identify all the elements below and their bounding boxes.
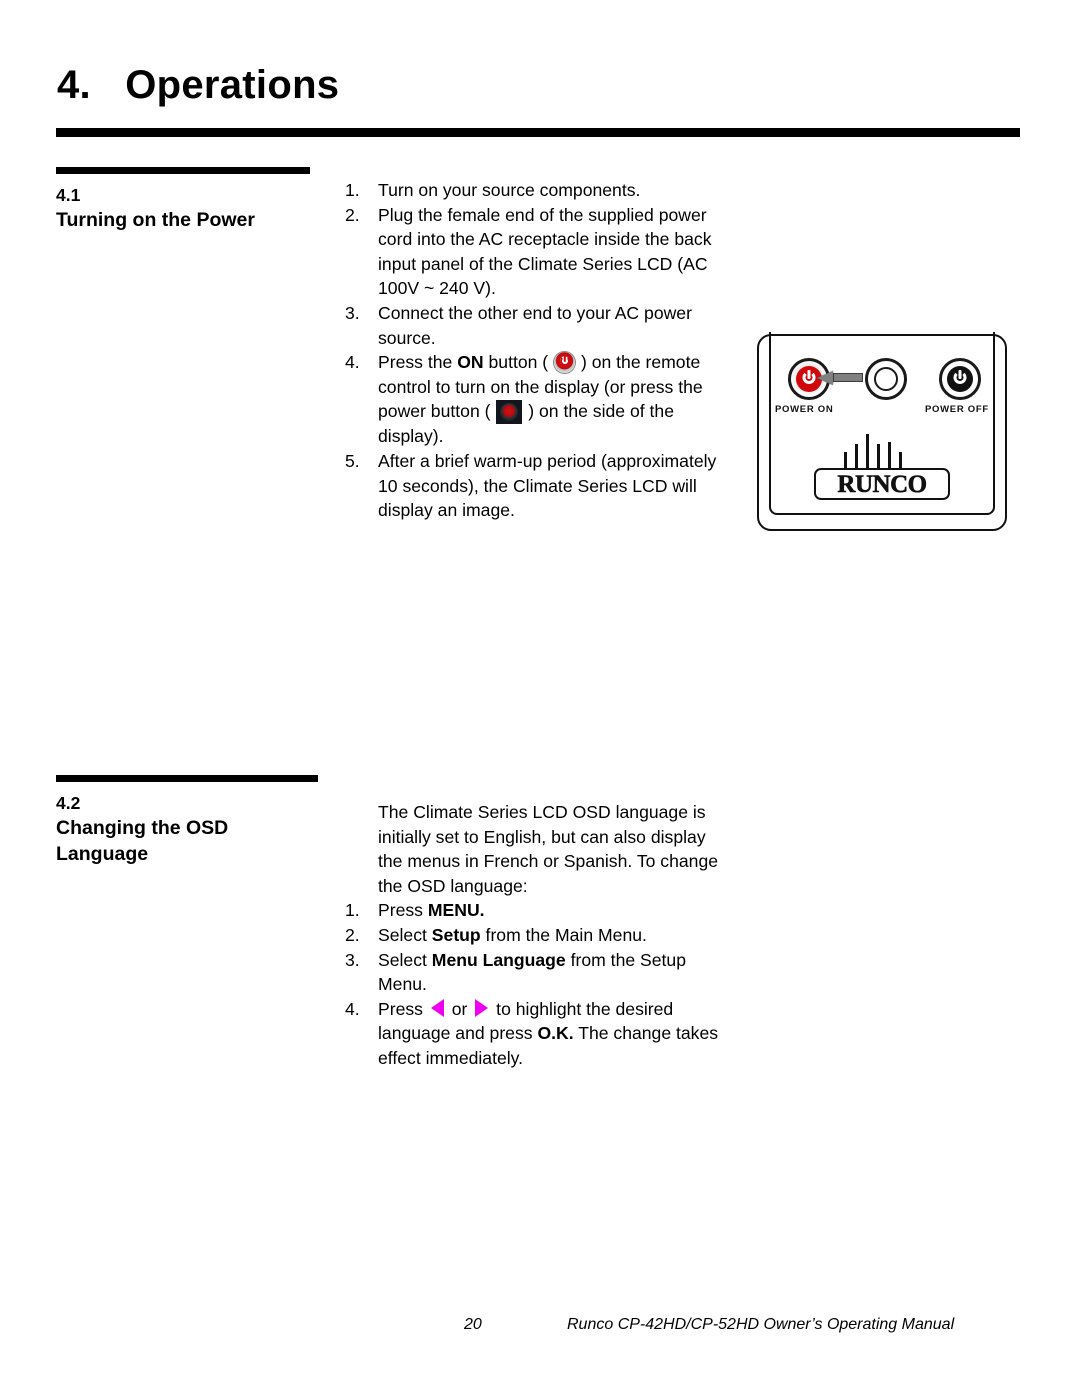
- list-item: 3. Connect the other end to your AC powe…: [345, 301, 725, 350]
- list-item: 3. Select Menu Language from the Setup M…: [345, 948, 725, 997]
- list-item-number: 1.: [345, 180, 360, 200]
- section-heading-4-1: 4.1 Turning on the Power: [56, 167, 310, 234]
- section-4-2-body: The Climate Series LCD OSD language is i…: [345, 800, 725, 1071]
- list-item: 2. Plug the female end of the supplied p…: [345, 203, 725, 301]
- menu-language-keyword: Menu Language: [431, 949, 566, 970]
- ok-keyword: O.K.: [537, 1023, 574, 1044]
- power-symbol-icon: [947, 366, 973, 392]
- list-item-number: 2.: [345, 204, 360, 225]
- step-text-part2: from the Main Menu.: [480, 924, 647, 945]
- page-number: 20: [464, 1316, 482, 1333]
- logo-plate: RUNCO: [814, 468, 950, 500]
- step-text-part1: Press: [378, 998, 428, 1019]
- list-item-text: Plug the female end of the supplied powe…: [378, 204, 712, 299]
- list-item-number: 4.: [345, 998, 360, 1019]
- arrow-shaft: [833, 373, 863, 382]
- step-text-part1: Select: [378, 949, 432, 970]
- list-item-text: After a brief warm-up period (approximat…: [378, 450, 717, 521]
- step4-text-part2: button (: [483, 352, 554, 373]
- list-item-number: 2.: [345, 924, 360, 945]
- list-item: 1. Turn on your source components.: [345, 178, 725, 203]
- section-heading-4-2: 4.2 Changing the OSD Language: [56, 775, 318, 868]
- circle-icon: [874, 367, 898, 391]
- section-title: Turning on the Power: [56, 208, 255, 231]
- section-rule: [56, 775, 318, 782]
- list-item-text: Select Menu Language from the Setup Menu…: [378, 950, 686, 995]
- chapter-divider-rule: [56, 128, 1020, 137]
- list-item: 5. After a brief warm-up period (approxi…: [345, 449, 725, 523]
- power-on-label: POWER ON: [775, 404, 834, 415]
- list-item-number: 3.: [345, 302, 360, 323]
- setup-keyword: Setup: [431, 924, 481, 945]
- osd-language-steps-list: 1. Press MENU. 2. Select Setup from the …: [345, 898, 725, 1070]
- list-item-number: 4.: [345, 352, 360, 373]
- section-rule: [56, 167, 310, 174]
- manual-page: 4. Operations 4.1 Turning on the Power 1…: [0, 0, 1080, 1397]
- step-text-part2: or: [446, 998, 473, 1019]
- power-off-label: POWER OFF: [925, 404, 989, 415]
- runco-logo: RUNCO: [814, 432, 950, 506]
- on-button-keyword: ON: [457, 352, 484, 373]
- section-4-1-body: 1. Turn on your source components. 2. Pl…: [345, 178, 725, 523]
- arrow-right-icon: [475, 998, 489, 1017]
- section-number: 4.2: [56, 793, 81, 813]
- power-off-button: [939, 358, 981, 400]
- list-item-text: Select Setup from the Main Menu.: [378, 925, 647, 945]
- list-item-number: 5.: [345, 450, 360, 471]
- osd-language-paragraph: The Climate Series LCD OSD language is i…: [378, 802, 719, 896]
- footer-manual-title: Runco CP-42HD/CP-52HD Owner’s Operating …: [567, 1316, 955, 1333]
- unlabeled-button: [865, 358, 907, 400]
- power-on-round-icon: [554, 352, 576, 374]
- section-number: 4.1: [56, 185, 81, 205]
- list-item-text: Connect the other end to your AC power s…: [378, 302, 692, 348]
- step-text-part1: Select: [378, 924, 432, 945]
- list-item-text: Turn on your source components.: [378, 180, 641, 200]
- remote-control-illustration: POWER ON POWER OFF RUNCO: [757, 332, 1007, 531]
- arrow-head: [817, 371, 833, 385]
- list-item-number: 3.: [345, 949, 360, 970]
- list-item-text: Press MENU.: [378, 900, 485, 920]
- menu-keyword: MENU.: [427, 900, 485, 921]
- power-square-icon: [496, 400, 523, 425]
- list-item: 4. Press the ON button ( ) on the remote…: [345, 350, 725, 449]
- list-item-text: Press or to highlight the desired langua…: [378, 998, 718, 1068]
- list-item-text: Press the ON button ( ) on the remote co…: [378, 352, 703, 446]
- logo-rays-icon: [842, 432, 908, 472]
- brand-name: RUNCO: [837, 470, 927, 498]
- page-title: 4. Operations: [57, 63, 340, 107]
- step4-text-part1: Press the: [378, 352, 458, 373]
- step-text-part1: Press: [378, 900, 428, 921]
- arrow-left-icon: [430, 998, 444, 1017]
- power-on-steps-list: 1. Turn on your source components. 2. Pl…: [345, 178, 725, 523]
- list-item: 1. Press MENU.: [345, 898, 725, 923]
- list-item: 4. Press or to highlight the desired lan…: [345, 997, 725, 1071]
- list-item-number: 1.: [345, 900, 360, 921]
- section-title: Changing the OSD Language: [56, 816, 229, 865]
- list-item: 2. Select Setup from the Main Menu.: [345, 923, 725, 948]
- callout-arrow-icon: [817, 371, 863, 385]
